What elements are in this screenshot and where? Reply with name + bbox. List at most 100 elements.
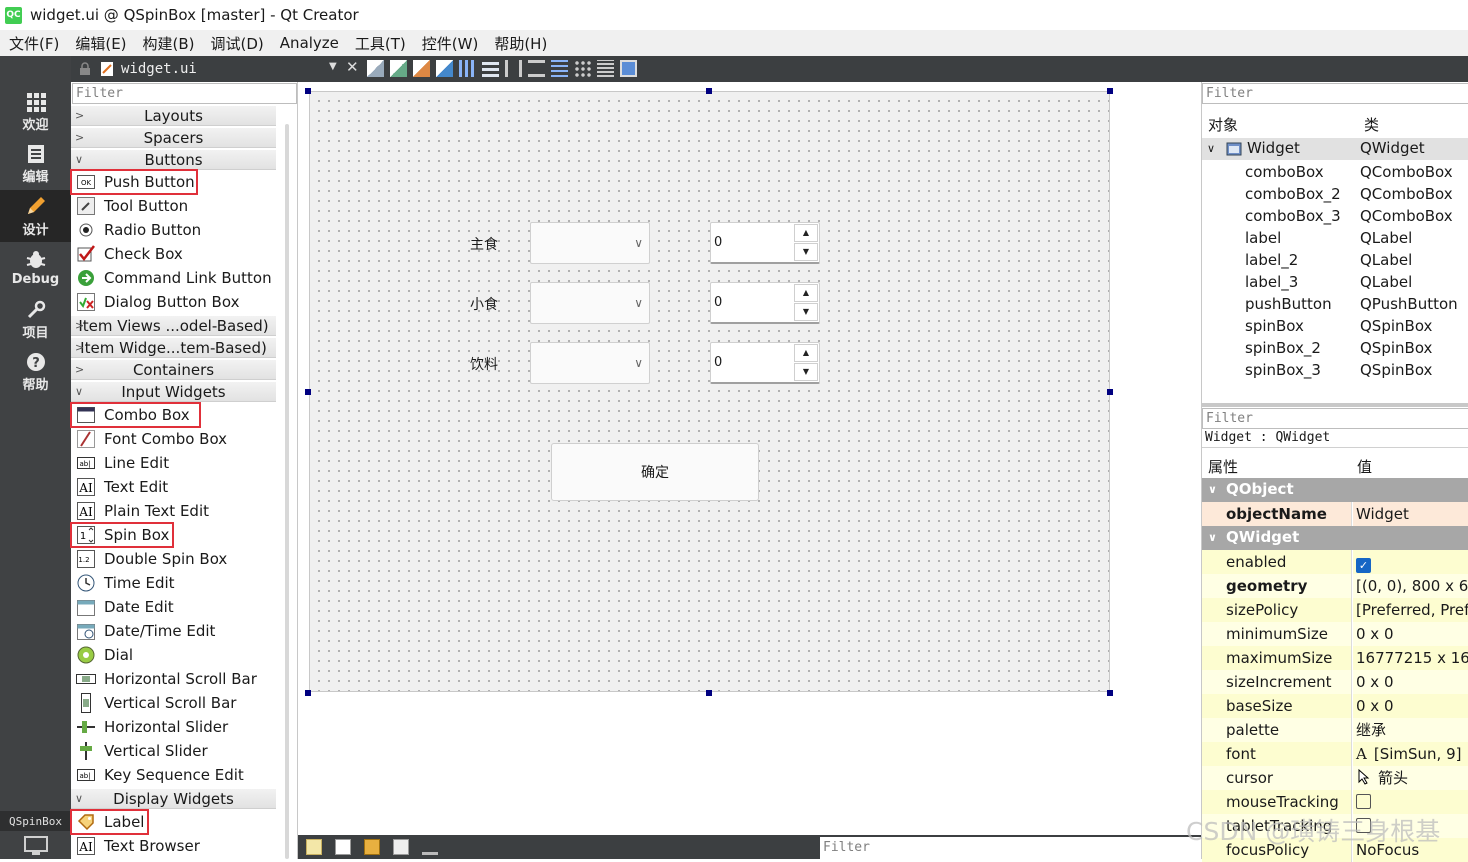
form-combo-box-1[interactable]: ∨: [530, 222, 650, 264]
property-row-sizepolicy[interactable]: > sizePolicy [Preferred, Preferred, 0, 0…: [1202, 598, 1468, 622]
property-value[interactable]: [Preferred, Preferred, 0, 0]: [1353, 598, 1468, 622]
spin-up-arrow-icon[interactable]: ▲: [794, 344, 818, 362]
property-group-qwidget[interactable]: ∨ QWidget: [1202, 526, 1468, 550]
category-containers[interactable]: > Containers: [71, 360, 276, 380]
resize-handle-top-right[interactable]: [1107, 88, 1113, 94]
widget-horizontal-scroll-bar[interactable]: Horizontal Scroll Bar: [71, 667, 276, 691]
object-row[interactable]: spinBox QSpinBox: [1202, 316, 1468, 338]
property-row-font[interactable]: > font A[SimSun, 9]: [1202, 742, 1468, 766]
property-value[interactable]: 0 x 0: [1353, 622, 1468, 646]
menu-debug[interactable]: 调试(D): [211, 31, 264, 56]
copy-icon[interactable]: [335, 839, 351, 855]
resize-handle-left[interactable]: [305, 389, 311, 395]
document-tab[interactable]: widget.ui: [99, 61, 197, 77]
resize-handle-right[interactable]: [1107, 389, 1113, 395]
edit-buddies-icon[interactable]: [413, 60, 430, 77]
property-row-cursor[interactable]: cursor 箭头: [1202, 766, 1468, 790]
lock-icon[interactable]: [79, 62, 91, 76]
resize-handle-top-left[interactable]: [305, 88, 311, 94]
break-layout-icon[interactable]: [597, 60, 614, 77]
category-item-widgets[interactable]: > Item Widge...tem-Based): [71, 338, 276, 358]
widget-line-edit[interactable]: ab| Line Edit: [71, 451, 276, 475]
form-spin-box-3[interactable]: 0 ▲ ▼: [710, 342, 820, 384]
widget-box-filter[interactable]: Filter: [72, 83, 297, 104]
property-row-geometry[interactable]: > geometry [(0, 0), 800 x 600]: [1202, 574, 1468, 598]
document-dropdown-icon[interactable]: ▼: [329, 61, 337, 72]
property-value[interactable]: 继承: [1353, 718, 1468, 742]
close-document-icon[interactable]: ✕: [346, 58, 359, 76]
category-display-widgets[interactable]: ∨ Display Widgets: [71, 789, 276, 809]
mode-debug[interactable]: Debug: [0, 242, 71, 294]
class-column-header[interactable]: 类: [1364, 114, 1379, 135]
property-row-basesize[interactable]: > baseSize 0 x 0: [1202, 694, 1468, 718]
object-row[interactable]: label QLabel: [1202, 228, 1468, 250]
object-row[interactable]: pushButton QPushButton: [1202, 294, 1468, 316]
spin-up-arrow-icon[interactable]: ▲: [794, 224, 818, 242]
adjust-size-icon[interactable]: [620, 60, 637, 77]
form-confirm-button[interactable]: 确定: [551, 443, 759, 501]
property-row-palette[interactable]: palette 继承: [1202, 718, 1468, 742]
layout-grid-icon[interactable]: [574, 60, 591, 77]
property-group-qobject[interactable]: ∨ QObject: [1202, 478, 1468, 502]
enabled-checkbox[interactable]: ✓: [1356, 558, 1371, 573]
resize-handle-bottom-right[interactable]: [1107, 690, 1113, 696]
category-input-widgets[interactable]: ∨ Input Widgets: [71, 382, 276, 402]
mode-design[interactable]: 设计: [0, 190, 71, 242]
object-column-header[interactable]: 对象: [1208, 114, 1238, 135]
widget-time-edit[interactable]: Time Edit: [71, 571, 276, 595]
edit-widgets-icon[interactable]: [367, 60, 384, 77]
widget-vertical-slider[interactable]: Vertical Slider: [71, 739, 276, 763]
delete-icon[interactable]: [393, 839, 409, 855]
form-label-main-food[interactable]: 主食: [470, 234, 498, 254]
spin-down-arrow-icon[interactable]: ▼: [794, 303, 818, 321]
widget-check-box[interactable]: Check Box: [71, 242, 276, 266]
value-column-header[interactable]: 值: [1357, 456, 1372, 477]
layout-form-icon[interactable]: [551, 60, 568, 77]
widget-font-combo-box[interactable]: Font Combo Box: [71, 427, 276, 451]
widget-datetime-edit[interactable]: Date/Time Edit: [71, 619, 276, 643]
widget-text-edit[interactable]: AI Text Edit: [71, 475, 276, 499]
monitor-icon[interactable]: [24, 836, 48, 856]
mode-welcome[interactable]: 欢迎: [0, 86, 71, 138]
layout-horizontal-splitter-icon[interactable]: [505, 60, 522, 77]
widget-date-edit[interactable]: Date Edit: [71, 595, 276, 619]
object-row[interactable]: spinBox_2 QSpinBox: [1202, 338, 1468, 360]
menu-analyze[interactable]: Analyze: [280, 32, 339, 54]
widget-label[interactable]: Label: [70, 809, 149, 835]
resize-handle-bottom-left[interactable]: [305, 690, 311, 696]
property-row-objectname[interactable]: objectName Widget: [1202, 502, 1468, 526]
object-row[interactable]: label_2 QLabel: [1202, 250, 1468, 272]
property-row-sizeincrement[interactable]: > sizeIncrement 0 x 0: [1202, 670, 1468, 694]
action-filter[interactable]: Filter: [820, 837, 1201, 859]
object-row[interactable]: comboBox_3 QComboBox: [1202, 206, 1468, 228]
configure-icon[interactable]: [422, 839, 438, 855]
widget-dial[interactable]: Dial: [71, 643, 276, 667]
widget-combo-box[interactable]: Combo Box: [70, 402, 201, 428]
mode-edit[interactable]: 编辑: [0, 138, 71, 190]
category-buttons[interactable]: ∨ Buttons: [71, 150, 276, 170]
property-value[interactable]: 0 x 0: [1353, 694, 1468, 718]
menu-tools[interactable]: 工具(T): [355, 31, 406, 56]
form-combo-box-3[interactable]: ∨: [530, 342, 650, 384]
edit-signals-slots-icon[interactable]: [390, 60, 407, 77]
resize-handle-bottom[interactable]: [706, 690, 712, 696]
mode-projects[interactable]: 项目: [0, 294, 71, 346]
paste-icon[interactable]: [364, 839, 380, 855]
property-row-maximumsize[interactable]: > maximumSize 16777215 x 16777215: [1202, 646, 1468, 670]
spin-down-arrow-icon[interactable]: ▼: [794, 363, 818, 381]
widget-vertical-scroll-bar[interactable]: Vertical Scroll Bar: [71, 691, 276, 715]
property-row-enabled[interactable]: enabled ✓: [1202, 550, 1468, 574]
menu-edit[interactable]: 编辑(E): [75, 31, 126, 56]
widget-horizontal-slider[interactable]: Horizontal Slider: [71, 715, 276, 739]
form-spin-box-2[interactable]: 0 ▲ ▼: [710, 282, 820, 324]
menu-help[interactable]: 帮助(H): [494, 31, 547, 56]
menu-widgets[interactable]: 控件(W): [422, 31, 479, 56]
layout-vertical-splitter-icon[interactable]: [528, 60, 545, 77]
object-inspector-filter[interactable]: Filter: [1202, 83, 1468, 104]
widget-text-browser[interactable]: AI Text Browser: [71, 834, 276, 858]
object-row[interactable]: comboBox QComboBox: [1202, 162, 1468, 184]
widget-tool-button[interactable]: Tool Button: [71, 194, 276, 218]
widget-box-scrollbar[interactable]: [285, 124, 289, 859]
layout-horizontal-icon[interactable]: [459, 60, 476, 77]
form-spin-box-1[interactable]: 0 ▲ ▼: [710, 222, 820, 264]
